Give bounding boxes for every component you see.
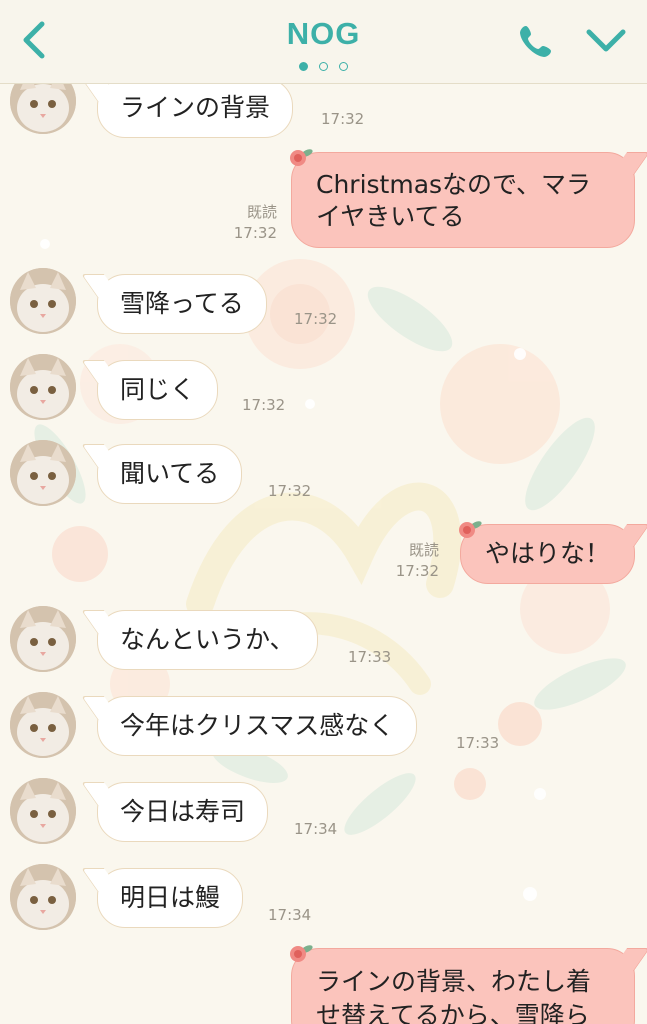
- message-read-status: 既読 17:32: [396, 540, 439, 582]
- avatar[interactable]: [10, 440, 76, 506]
- outgoing-message-bubble[interactable]: やはりな！: [458, 521, 635, 584]
- read-label: 既読: [408, 541, 439, 559]
- page-dot-3: [339, 62, 348, 71]
- incoming-message-bubble[interactable]: 雪降ってる: [97, 274, 267, 334]
- message-line: ラインの背景、わたし着: [316, 967, 592, 996]
- chat-header: NOG: [0, 0, 647, 84]
- flower-sticker-icon: [290, 149, 313, 166]
- avatar[interactable]: [10, 354, 76, 420]
- message-time: 17:32: [395, 562, 439, 580]
- incoming-message-bubble[interactable]: 明日は鰻: [97, 868, 244, 928]
- message-read-status: 既読 17:32: [234, 202, 277, 244]
- message-time: 17:32: [321, 110, 365, 128]
- message-time: 17:32: [233, 224, 277, 242]
- message-line: イヤきいてる: [316, 202, 465, 231]
- read-label: 既読: [246, 203, 277, 221]
- avatar[interactable]: [10, 606, 76, 672]
- incoming-message-bubble[interactable]: なんというか、: [97, 610, 318, 670]
- phone-icon[interactable]: [517, 22, 555, 60]
- message-time: 17:32: [242, 396, 286, 414]
- message-line: やはりな！: [484, 539, 610, 568]
- message-time: 17:34: [268, 906, 312, 924]
- outgoing-message-bubble[interactable]: Christmasなので、マラ イヤきいてる: [290, 149, 635, 248]
- message-line: せ替えてるから、雪降ら: [316, 1001, 590, 1024]
- cat-avatar-icon: [10, 692, 76, 758]
- avatar[interactable]: [10, 268, 76, 334]
- incoming-message-bubble[interactable]: 今年はクリスマス感なく: [97, 696, 418, 756]
- chevron-down-icon[interactable]: [584, 24, 628, 56]
- outgoing-message-bubble[interactable]: ラインの背景、わたし着 せ替えてるから、雪降ら: [290, 945, 635, 1024]
- avatar[interactable]: [10, 692, 76, 758]
- cat-avatar-icon: [10, 440, 76, 506]
- cat-avatar-icon: [10, 778, 76, 844]
- page-indicator: [0, 62, 647, 74]
- message-time: 17:33: [348, 648, 392, 666]
- message-time: 17:32: [268, 482, 312, 500]
- flower-sticker-icon: [290, 945, 313, 962]
- incoming-message-bubble[interactable]: 今日は寿司: [97, 782, 269, 842]
- avatar[interactable]: [10, 778, 76, 844]
- message-time: 17:33: [456, 734, 500, 752]
- cat-avatar-icon: [10, 606, 76, 672]
- cat-avatar-icon: [10, 268, 76, 334]
- cat-avatar-icon: [10, 864, 76, 930]
- incoming-message-bubble[interactable]: 聞いてる: [97, 444, 243, 504]
- cat-avatar-icon: [10, 354, 76, 420]
- incoming-message-bubble[interactable]: 同じく: [97, 360, 219, 420]
- message-time: 17:32: [294, 310, 338, 328]
- message-time: 17:34: [294, 820, 338, 838]
- page-dot-2: [319, 62, 328, 71]
- message-line: Christmasなので、マラ: [316, 170, 592, 199]
- avatar[interactable]: [10, 864, 76, 930]
- incoming-message-bubble[interactable]: ラインの背景: [97, 84, 294, 138]
- page-dot-1: [299, 62, 308, 71]
- flower-sticker-icon: [458, 521, 482, 538]
- chat-area[interactable]: ラインの背景 17:32 既読 17:32 Christmasなので、マラ イヤ…: [0, 84, 647, 1024]
